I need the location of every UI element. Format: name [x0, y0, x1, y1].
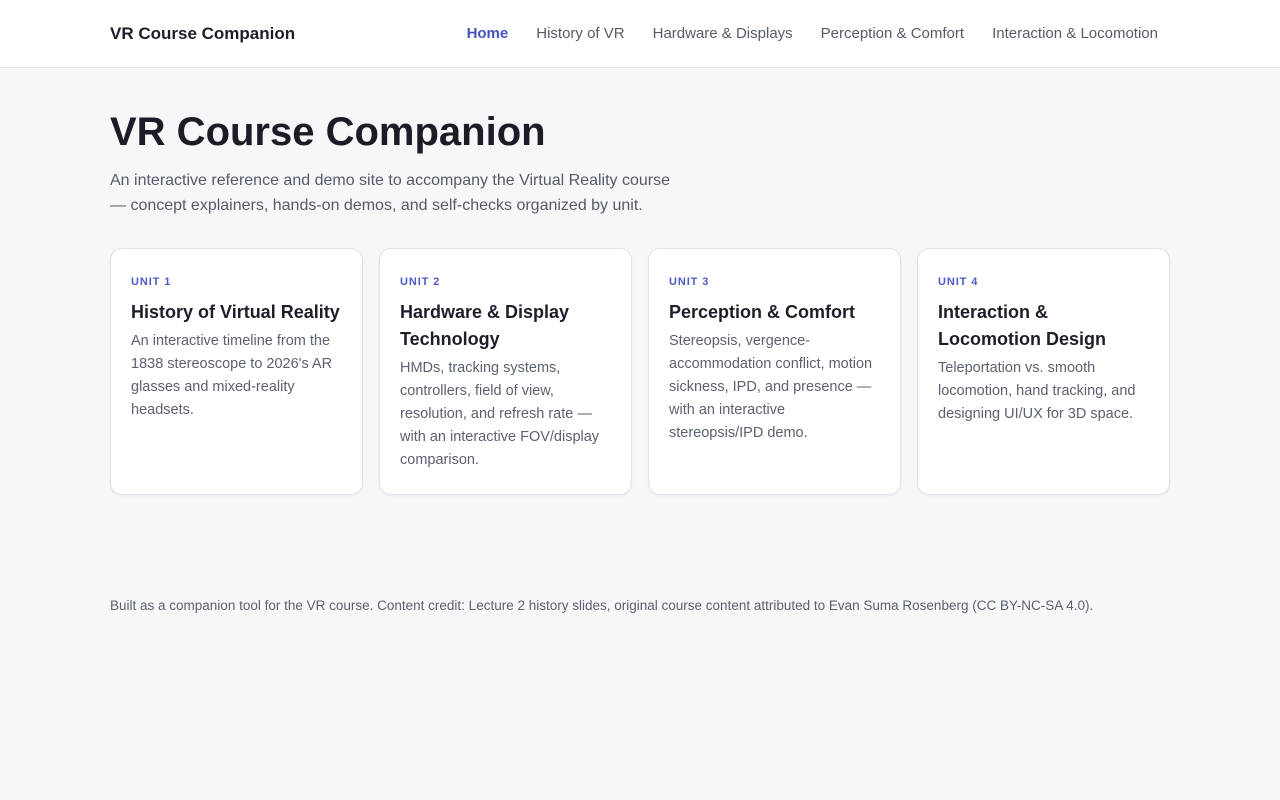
- brand-link[interactable]: VR Course Companion: [110, 24, 295, 44]
- nav-link-interaction-locomotion[interactable]: Interaction & Locomotion: [992, 25, 1158, 42]
- unit-card-description: Teleportation vs. smooth locomotion, han…: [938, 360, 1136, 422]
- page-title: VR Course Companion: [110, 110, 546, 154]
- unit-card-title: History of Virtual Reality: [131, 302, 340, 322]
- unit-card-3[interactable]: UNIT 3 Perception & Comfort Stereopsis, …: [648, 248, 901, 495]
- unit-card-description: HMDs, tracking systems, controllers, fie…: [400, 360, 600, 468]
- unit-label: UNIT 4: [938, 276, 979, 288]
- unit-card-title: Perception & Comfort: [669, 302, 856, 322]
- unit-label: UNIT 1: [131, 276, 172, 288]
- unit-card-2[interactable]: UNIT 2 Hardware & Display Technology HMD…: [379, 248, 632, 495]
- page-intro: An interactive reference and demo site t…: [110, 172, 670, 214]
- unit-card-4[interactable]: UNIT 4 Interaction & Locomotion Design T…: [917, 248, 1170, 495]
- nav-link-history-of-vr[interactable]: History of VR: [536, 25, 624, 42]
- top-navigation-bar: VR Course Companion Home History of VR H…: [0, 0, 1280, 68]
- unit-label: UNIT 3: [669, 276, 710, 288]
- main-content: VR Course Companion An interactive refer…: [0, 68, 1280, 495]
- main-nav: Home History of VR Hardware & Displays P…: [467, 25, 1158, 42]
- unit-card-description: Stereopsis, vergence-accommodation confl…: [669, 333, 873, 441]
- unit-cards: UNIT 1 History of Virtual Reality An int…: [110, 248, 1170, 495]
- nav-link-home[interactable]: Home: [467, 25, 509, 42]
- unit-card-1[interactable]: UNIT 1 History of Virtual Reality An int…: [110, 248, 363, 495]
- unit-card-description: An interactive timeline from the 1838 st…: [131, 333, 333, 418]
- unit-card-title: Interaction & Locomotion Design: [938, 302, 1106, 349]
- footer-credit-text: Built as a companion tool for the VR cou…: [110, 598, 1094, 613]
- nav-link-hardware-displays[interactable]: Hardware & Displays: [653, 25, 793, 42]
- unit-card-title: Hardware & Display Technology: [400, 302, 570, 349]
- nav-link-perception-comfort[interactable]: Perception & Comfort: [821, 25, 964, 42]
- unit-label: UNIT 2: [400, 276, 441, 288]
- page-footer: Built as a companion tool for the VR cou…: [0, 495, 1280, 615]
